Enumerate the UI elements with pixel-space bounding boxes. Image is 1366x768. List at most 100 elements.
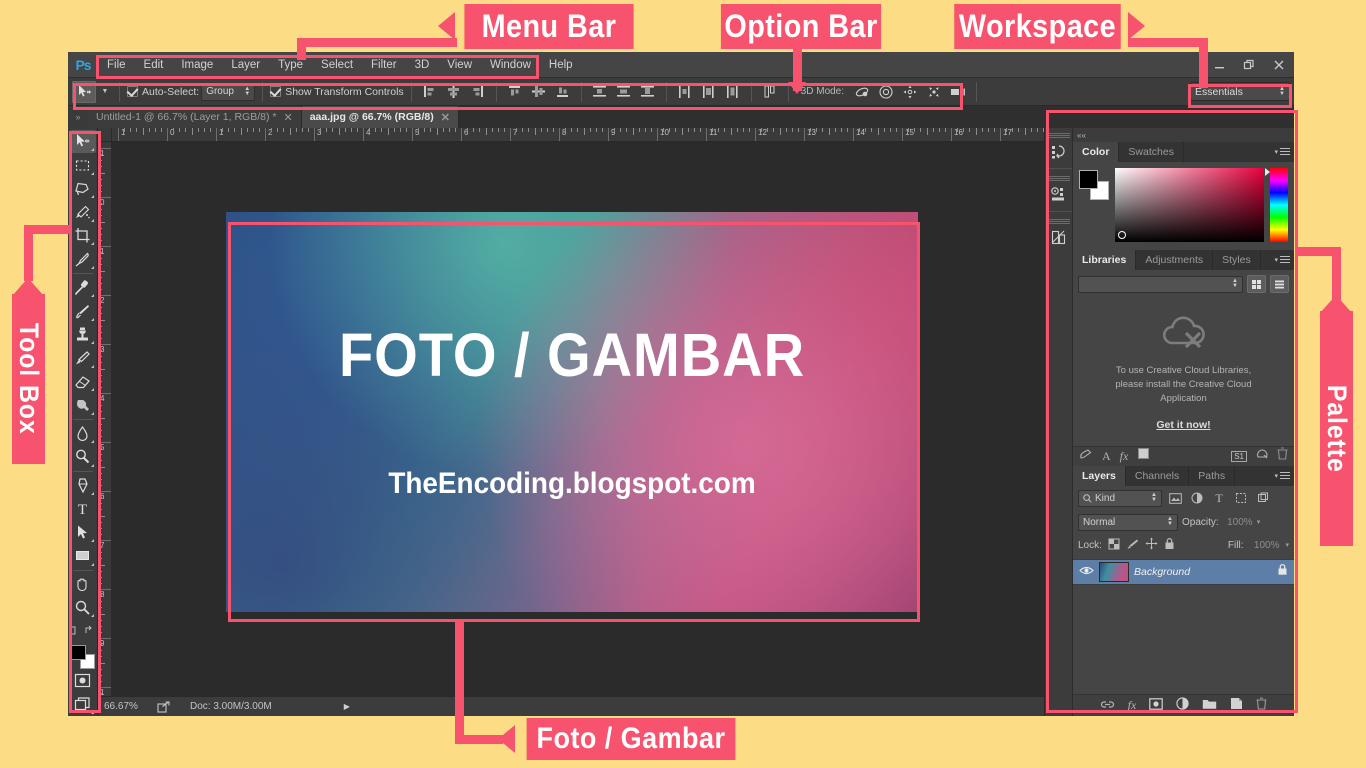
ruler-corner[interactable]: [98, 128, 112, 142]
restore-icon[interactable]: [1234, 52, 1264, 78]
blend-mode-dropdown[interactable]: Normal ▲ ▼: [1078, 513, 1178, 531]
tab-color[interactable]: Color: [1073, 142, 1120, 162]
scale-3d-icon[interactable]: [947, 81, 969, 103]
align-right-edges-icon[interactable]: [467, 81, 489, 103]
color-panel-swatches[interactable]: [1079, 170, 1109, 200]
panel-expand-arrows-icon[interactable]: »: [68, 106, 88, 128]
menu-item-3d[interactable]: 3D: [406, 52, 439, 78]
align-distribute-options-icon[interactable]: [759, 81, 781, 103]
menu-item-layer[interactable]: Layer: [222, 52, 269, 78]
tab-styles[interactable]: Styles: [1213, 250, 1261, 270]
layers-panel-menu-button[interactable]: ▾: [1274, 466, 1294, 486]
layer-name[interactable]: Background: [1134, 566, 1272, 578]
horizontal-ruler[interactable]: 1012345678910111213141516171819: [112, 128, 1044, 142]
link-layers-icon[interactable]: [1100, 697, 1115, 715]
gradient-tool[interactable]: [70, 393, 96, 416]
color-panel-foreground-swatch[interactable]: [1079, 170, 1098, 189]
document-image[interactable]: FOTO / GAMBAR TheEncoding.blogspot.com: [226, 212, 918, 612]
align-bottom-edges-icon[interactable]: [552, 81, 574, 103]
brush-tool[interactable]: [70, 299, 96, 322]
adjustment-layer-icon[interactable]: [1176, 696, 1189, 715]
add-layer-style-icon[interactable]: fx: [1120, 449, 1129, 464]
collapse-panels-button[interactable]: ««: [1073, 128, 1294, 142]
color-field[interactable]: [1115, 168, 1264, 242]
fill-value[interactable]: 100%: [1249, 540, 1280, 551]
auto-select-checkbox[interactable]: [127, 86, 138, 97]
opacity-chevron-icon[interactable]: ▾: [1257, 519, 1261, 526]
filter-shape-icon[interactable]: [1232, 490, 1250, 507]
show-transform-checkbox[interactable]: [270, 86, 282, 97]
history-panel-icon[interactable]: [1046, 138, 1072, 166]
screen-mode-icon[interactable]: [70, 692, 96, 715]
orbit-3d-icon[interactable]: [851, 81, 873, 103]
layer-visibility-icon[interactable]: [1079, 563, 1094, 581]
zoom-tool[interactable]: [70, 596, 96, 619]
share-icon[interactable]: [150, 700, 176, 713]
layer-lock-icon[interactable]: [1277, 563, 1288, 581]
tool-preset-caret-icon[interactable]: ▼: [98, 81, 112, 103]
color-panel-menu-button[interactable]: ▾: [1274, 142, 1294, 162]
path-selection-tool[interactable]: [70, 521, 96, 544]
tab-channels[interactable]: Channels: [1125, 465, 1190, 486]
delete-layer-icon[interactable]: [1256, 697, 1267, 715]
menu-item-view[interactable]: View: [438, 52, 481, 78]
tab-layers[interactable]: Layers: [1073, 465, 1126, 486]
quick-selection-tool[interactable]: [70, 200, 96, 223]
add-color-icon[interactable]: [1137, 447, 1150, 465]
new-group-icon[interactable]: [1202, 697, 1217, 715]
list-view-button[interactable]: [1270, 275, 1289, 293]
document-tab-aaa[interactable]: aaa.jpg @ 66.7% (RGB/8) ✕: [301, 106, 459, 128]
distribute-top-icon[interactable]: [589, 81, 611, 103]
menu-item-filter[interactable]: Filter: [362, 52, 406, 78]
get-it-now-link[interactable]: Get it now!: [1156, 419, 1210, 431]
edit-toolbar-icon[interactable]: [70, 623, 81, 641]
align-top-edges-icon[interactable]: [504, 81, 526, 103]
opacity-value[interactable]: 100%: [1223, 517, 1253, 528]
libraries-panel-menu-button[interactable]: ▾: [1274, 250, 1294, 270]
grid-view-button[interactable]: [1247, 275, 1266, 293]
distribute-right-icon[interactable]: [722, 81, 744, 103]
auto-select-option[interactable]: Auto-Select:: [127, 86, 199, 98]
menu-item-window[interactable]: Window: [481, 52, 540, 78]
filter-type-icon[interactable]: T: [1210, 490, 1228, 507]
menu-item-image[interactable]: Image: [172, 52, 222, 78]
lock-image-pixels-icon[interactable]: [1126, 537, 1139, 555]
menu-item-select[interactable]: Select: [312, 52, 362, 78]
align-vertical-centers-icon[interactable]: [528, 81, 550, 103]
layer-filter-kind-dropdown[interactable]: Kind ▲ ▼: [1078, 489, 1162, 507]
delete-icon[interactable]: [1277, 447, 1288, 465]
clone-stamp-tool[interactable]: [70, 323, 96, 346]
menu-item-help[interactable]: Help: [540, 52, 582, 78]
library-selector-dropdown[interactable]: ▲ ▼: [1078, 275, 1243, 293]
distribute-horizontal-center-icon[interactable]: [698, 81, 720, 103]
layer-style-icon[interactable]: fx: [1128, 698, 1137, 713]
lock-position-icon[interactable]: [1145, 537, 1158, 555]
lock-transparent-pixels-icon[interactable]: [1108, 537, 1120, 555]
tab-adjustments[interactable]: Adjustments: [1136, 250, 1214, 270]
horizontal-type-tool[interactable]: T: [70, 497, 96, 520]
swap-colors-icon[interactable]: [84, 623, 95, 641]
filter-smart-object-icon[interactable]: [1254, 490, 1272, 507]
move-tool-icon[interactable]: [72, 80, 96, 103]
lock-all-icon[interactable]: [1164, 537, 1175, 555]
hand-tool[interactable]: [70, 572, 96, 595]
align-left-edges-icon[interactable]: [419, 81, 441, 103]
filter-pixel-icon[interactable]: [1166, 490, 1184, 507]
layer-thumbnail[interactable]: [1099, 561, 1129, 582]
history-brush-tool[interactable]: [70, 346, 96, 369]
crop-tool[interactable]: [70, 224, 96, 247]
add-text-style-icon[interactable]: A: [1102, 449, 1111, 464]
dodge-tool[interactable]: [70, 445, 96, 468]
layer-mask-icon[interactable]: [1149, 697, 1164, 715]
filter-adjustment-icon[interactable]: [1188, 490, 1206, 507]
minimize-icon[interactable]: [1204, 52, 1234, 78]
canvas-stage[interactable]: FOTO / GAMBAR TheEncoding.blogspot.com: [112, 142, 1044, 696]
distribute-left-icon[interactable]: [674, 81, 696, 103]
sync-icon[interactable]: [1255, 447, 1269, 465]
rectangle-tool[interactable]: [70, 544, 96, 567]
color-swatches[interactable]: [70, 644, 96, 670]
properties-panel-icon[interactable]: [1046, 181, 1072, 209]
tab-swatches[interactable]: Swatches: [1119, 142, 1184, 162]
s1-badge-icon[interactable]: S1: [1231, 450, 1247, 462]
auto-select-scope-dropdown[interactable]: Group ▲ ▼: [201, 82, 256, 101]
